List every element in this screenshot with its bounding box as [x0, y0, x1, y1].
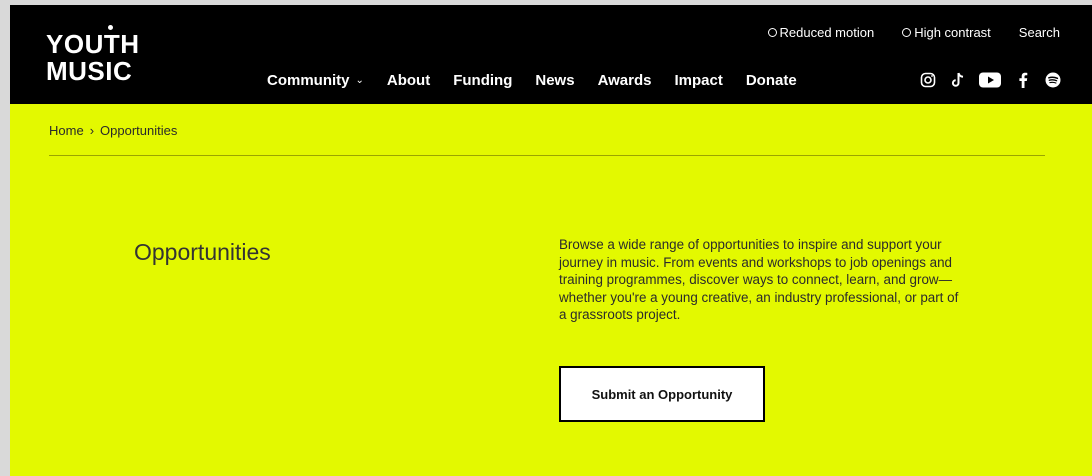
- nav-news-label: News: [535, 72, 575, 89]
- nav-about[interactable]: About: [387, 72, 430, 89]
- nav-community-label: Community: [267, 72, 350, 89]
- page: YOUTH MUSIC Reduced motion High contrast…: [10, 5, 1092, 476]
- nav-funding[interactable]: Funding: [453, 72, 512, 89]
- nav-donate[interactable]: Donate: [746, 72, 797, 89]
- instagram-icon[interactable]: [918, 70, 937, 89]
- nav-donate-label: Donate: [745, 72, 797, 89]
- high-contrast-label: High contrast: [914, 25, 991, 40]
- divider: [49, 155, 1045, 156]
- reduced-motion-label: Reduced motion: [779, 25, 875, 40]
- nav-impact[interactable]: Impact: [674, 72, 722, 89]
- page-title: Opportunities: [134, 239, 271, 265]
- search-label: Search: [1018, 25, 1060, 40]
- facebook-icon[interactable]: [1013, 70, 1032, 89]
- nav-awards-label: Awards: [597, 72, 652, 89]
- breadcrumb-home[interactable]: Home: [49, 123, 84, 138]
- chevron-down-icon: ⌄: [355, 75, 364, 86]
- main-nav: Community ⌄ About Funding News Awards Im…: [267, 72, 797, 89]
- breadcrumb-current: Opportunities: [100, 123, 178, 138]
- submit-opportunity-button[interactable]: Submit an Opportunity: [559, 366, 765, 422]
- breadcrumb: Home › Opportunities: [49, 123, 177, 138]
- breadcrumb-separator-icon: ›: [89, 123, 95, 138]
- toggle-ring-icon: [767, 28, 777, 37]
- nav-awards[interactable]: Awards: [598, 72, 652, 89]
- spotify-icon[interactable]: [1043, 70, 1062, 89]
- logo-line-1: YOUTH: [46, 29, 140, 59]
- utility-bar: Reduced motion High contrast Search: [767, 25, 1060, 40]
- toggle-ring-icon: [902, 28, 912, 37]
- search-link[interactable]: Search: [1019, 25, 1060, 40]
- nav-about-label: About: [386, 72, 431, 89]
- nav-community[interactable]: Community ⌄: [267, 72, 364, 89]
- youtube-icon[interactable]: [978, 70, 1002, 89]
- youth-music-logo[interactable]: YOUTH MUSIC: [46, 25, 156, 91]
- logo-dot: [108, 25, 113, 30]
- nav-funding-label: Funding: [453, 72, 513, 89]
- nav-news[interactable]: News: [535, 72, 574, 89]
- high-contrast-toggle[interactable]: High contrast: [902, 25, 991, 40]
- nav-impact-label: Impact: [674, 72, 723, 89]
- social-links: [918, 70, 1062, 89]
- intro-text: Browse a wide range of opportunities to …: [559, 237, 959, 322]
- site-header: YOUTH MUSIC Reduced motion High contrast…: [10, 5, 1092, 104]
- logo-line-2: MUSIC: [46, 56, 133, 86]
- tiktok-icon[interactable]: [948, 70, 967, 89]
- reduced-motion-toggle[interactable]: Reduced motion: [767, 25, 875, 40]
